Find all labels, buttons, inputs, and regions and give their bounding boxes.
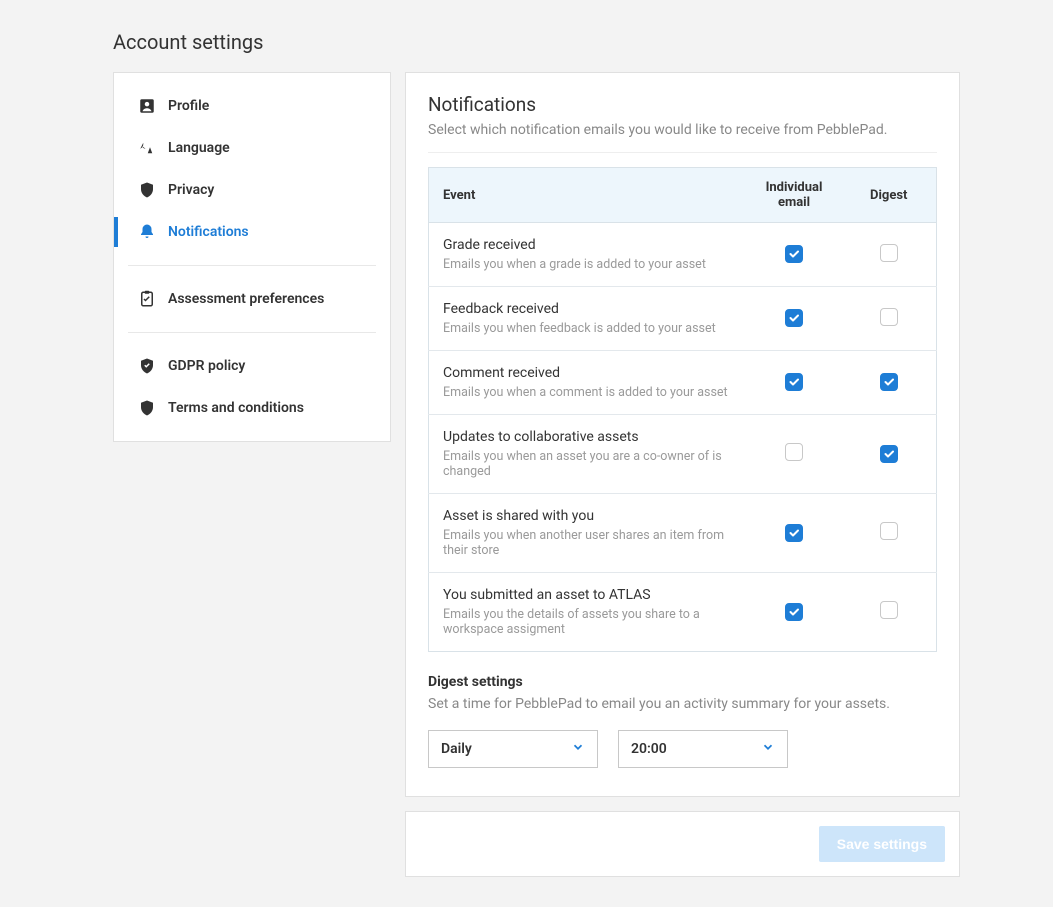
page-title: Account settings: [113, 30, 960, 54]
language-icon: [138, 139, 156, 157]
digest-time-select[interactable]: 20:00: [618, 730, 788, 768]
table-row: Asset is shared with you Emails you when …: [429, 494, 937, 573]
shield-icon: [138, 181, 156, 199]
individual-email-checkbox[interactable]: [785, 524, 803, 542]
sidebar-item-label: Profile: [168, 98, 209, 114]
table-row: Feedback received Emails you when feedbac…: [429, 287, 937, 351]
panel-description: Select which notification emails you wou…: [428, 122, 937, 153]
individual-email-checkbox[interactable]: [785, 245, 803, 263]
event-title: Updates to collaborative assets: [443, 429, 733, 445]
chevron-down-icon: [761, 740, 775, 758]
notifications-panel: Notifications Select which notification …: [405, 72, 960, 797]
individual-email-checkbox[interactable]: [785, 603, 803, 621]
shield-icon: [138, 399, 156, 417]
table-row: Grade received Emails you when a grade is…: [429, 223, 937, 287]
sidebar-item-label: Notifications: [168, 224, 249, 240]
col-header-digest: Digest: [842, 168, 937, 223]
event-desc: Emails you when a comment is added to yo…: [443, 385, 733, 400]
event-desc: Emails you when feedback is added to you…: [443, 321, 733, 336]
col-header-individual: Individual email: [747, 168, 842, 223]
shield-check-icon: [138, 357, 156, 375]
save-settings-button[interactable]: Save settings: [819, 826, 945, 862]
bell-icon: [138, 223, 156, 241]
notifications-table: Event Individual email Digest Grade rece…: [428, 167, 937, 652]
individual-email-checkbox[interactable]: [785, 443, 803, 461]
event-desc: Emails you when a grade is added to your…: [443, 257, 733, 272]
sidebar-item-gdpr[interactable]: GDPR policy: [114, 345, 390, 387]
event-title: Grade received: [443, 237, 733, 253]
digest-checkbox[interactable]: [880, 308, 898, 326]
digest-frequency-select[interactable]: Daily: [428, 730, 598, 768]
sidebar-item-label: Privacy: [168, 182, 214, 198]
digest-checkbox[interactable]: [880, 445, 898, 463]
col-header-event: Event: [429, 168, 747, 223]
digest-checkbox[interactable]: [880, 522, 898, 540]
sidebar-item-label: Assessment preferences: [168, 291, 324, 307]
table-row: Updates to collaborative assets Emails yo…: [429, 415, 937, 494]
event-title: You submitted an asset to ATLAS: [443, 587, 733, 603]
chevron-down-icon: [571, 740, 585, 758]
sidebar-item-notifications[interactable]: Notifications: [114, 211, 390, 253]
sidebar-item-profile[interactable]: Profile: [114, 85, 390, 127]
event-desc: Emails you the details of assets you sha…: [443, 607, 733, 637]
individual-email-checkbox[interactable]: [785, 309, 803, 327]
event-title: Feedback received: [443, 301, 733, 317]
sidebar-item-label: Terms and conditions: [168, 400, 304, 416]
table-row: Comment received Emails you when a commen…: [429, 351, 937, 415]
digest-time-value: 20:00: [631, 741, 667, 757]
panel-title: Notifications: [428, 93, 937, 116]
table-row: You submitted an asset to ATLAS Emails yo…: [429, 573, 937, 652]
user-icon: [138, 97, 156, 115]
event-desc: Emails you when an asset you are a co-ow…: [443, 449, 733, 479]
digest-checkbox[interactable]: [880, 244, 898, 262]
digest-frequency-value: Daily: [441, 741, 472, 757]
sidebar-item-language[interactable]: Language: [114, 127, 390, 169]
digest-checkbox[interactable]: [880, 601, 898, 619]
sidebar-item-privacy[interactable]: Privacy: [114, 169, 390, 211]
settings-sidebar: Profile Language Privacy: [113, 72, 391, 442]
sidebar-item-assessment[interactable]: Assessment preferences: [114, 278, 390, 320]
sidebar-item-label: GDPR policy: [168, 358, 245, 374]
individual-email-checkbox[interactable]: [785, 373, 803, 391]
event-title: Asset is shared with you: [443, 508, 733, 524]
clipboard-icon: [138, 290, 156, 308]
sidebar-item-terms[interactable]: Terms and conditions: [114, 387, 390, 429]
digest-settings-desc: Set a time for PebblePad to email you an…: [428, 696, 937, 712]
event-title: Comment received: [443, 365, 733, 381]
event-desc: Emails you when another user shares an i…: [443, 528, 733, 558]
sidebar-item-label: Language: [168, 140, 230, 156]
footer-panel: Save settings: [405, 811, 960, 877]
digest-settings-heading: Digest settings: [428, 674, 937, 690]
digest-checkbox[interactable]: [880, 373, 898, 391]
